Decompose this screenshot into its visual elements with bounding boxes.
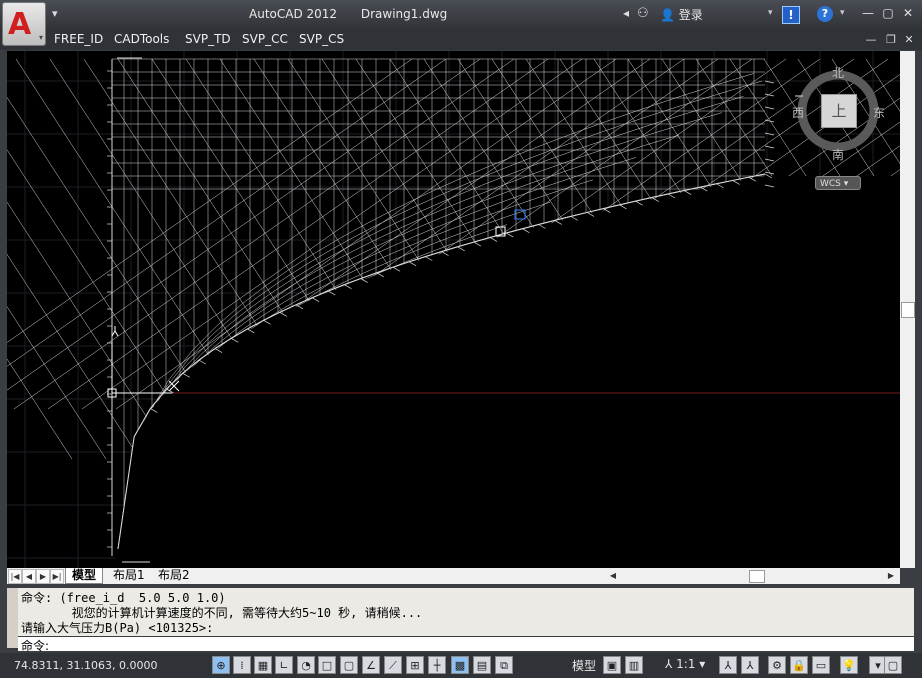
object-snap-icon[interactable]: □ [318,656,336,674]
exchange-icon[interactable]: ! [782,6,800,24]
command-history-line: 请输入大气压力B(Pa) <101325>: [21,621,214,635]
infer-constraints-icon[interactable]: ⊕ [212,656,230,674]
command-input[interactable]: 命令: [18,637,914,653]
selection-cycling-icon[interactable]: ⧉ [495,656,513,674]
login-dropdown-icon[interactable]: ▾ [768,8,773,18]
grid-display-icon[interactable]: ▦ [254,656,272,674]
ucs-y-label [111,326,119,337]
object-snap-tracking-icon[interactable]: ∠ [362,656,380,674]
maximize-icon[interactable]: ▢ [880,6,896,20]
binoculars-icon[interactable]: ⚇ [637,6,649,21]
horizontal-scroll-thumb[interactable] [749,570,765,583]
quick-view-layouts-icon[interactable]: ▣ [603,656,621,674]
snap-mode-icon[interactable]: ⁞ [233,656,251,674]
doc-minimize-icon[interactable]: — [864,33,878,47]
menu-bar: FREE_ID CADTools SVP_TD SVP_CC SVP_CS — … [0,30,922,50]
scroll-left-icon[interactable]: ◀ [607,569,619,583]
clean-screen-icon[interactable]: ▢ [884,656,902,674]
command-line-grip[interactable] [7,588,18,648]
doc-close-icon[interactable]: ✕ [902,33,916,47]
title-bar: ▾ AutoCAD 2012 Drawing1.dwg ◂ ⚇ 👤 登录 ▾ !… [0,0,922,30]
close-icon[interactable]: ✕ [900,6,916,20]
tab-last-icon[interactable]: ▶| [50,569,64,584]
chevron-down-icon: ▾ [38,33,43,42]
tab-layout2[interactable]: 布局2 [152,568,196,583]
layout-tab-bar: |◀ ◀ ▶ ▶| 模型 布局1 布局2 ◀ ▶ [7,568,900,584]
menu-svp-cs[interactable]: SVP_CS [299,32,344,46]
quick-properties-icon[interactable]: ▤ [473,656,491,674]
tab-first-icon[interactable]: |◀ [8,569,22,584]
isolate-objects-icon[interactable]: 💡 [840,656,858,674]
document-title: Drawing1.dwg [360,7,448,21]
selection-grip [514,209,526,220]
quick-access-dropdown-icon[interactable]: ▾ [52,7,58,20]
login-button[interactable]: 👤 登录 [660,6,703,23]
model-space-label[interactable]: 模型 [572,657,596,674]
annotation-scale[interactable]: ⅄ 1:1 ▾ [665,657,705,671]
scroll-right-icon[interactable]: ▶ [885,569,897,583]
vertical-scrollbar[interactable] [900,51,915,568]
psychrometric-chart-drawing [7,51,900,568]
annotation-visibility-icon[interactable]: ⅄ [719,656,737,674]
application-menu-button[interactable]: A ▾ [2,2,46,46]
dynamic-ucs-icon[interactable]: ⟋ [384,656,402,674]
minimize-icon[interactable]: — [860,6,876,20]
compass-north[interactable]: 北 [832,64,844,81]
command-prompt: 命令: [21,639,50,653]
3d-object-snap-icon[interactable]: ▢ [340,656,358,674]
quick-view-drawings-icon[interactable]: ▥ [625,656,643,674]
tab-layout1[interactable]: 布局1 [107,568,151,583]
right-edge-tick [764,119,775,123]
help-icon[interactable]: ? [817,6,833,22]
autocad-logo-icon: A [8,7,32,42]
right-edge-tick [764,106,775,110]
tab-next-icon[interactable]: ▶ [36,569,50,584]
polar-tracking-icon[interactable]: ◔ [297,656,315,674]
tab-model[interactable]: 模型 [65,568,104,584]
help-dropdown-icon[interactable]: ▾ [840,8,845,18]
menu-svp-td[interactable]: SVP_TD [185,32,231,46]
search-expand-icon[interactable]: ◂ [623,6,629,20]
annotation-scale-icon: ⅄ [665,657,673,671]
cursor-coordinates[interactable]: 74.8311, 31.1063, 0.0000 [14,659,157,672]
chart-mask [112,176,900,568]
compass-east[interactable]: 东 [873,104,885,121]
menu-cadtools[interactable]: CADTools [114,32,169,46]
status-bar: 74.8311, 31.1063, 0.0000 ⊕ ⁞ ▦ ∟ ◔ □ ▢ ∠… [0,653,922,678]
window-title: AutoCAD 2012 Drawing1.dwg [249,7,467,21]
viewcube-top-face[interactable]: 上 [821,94,857,128]
right-edge-tick [764,158,775,162]
app-title: AutoCAD 2012 [249,7,338,21]
workspace-switching-icon[interactable]: ⚙ [768,656,786,674]
hardware-acceleration-icon[interactable]: ▭ [812,656,830,674]
toolbar-lock-icon[interactable]: 🔒 [790,656,808,674]
auto-scale-icon[interactable]: ⅄ [741,656,759,674]
compass-south[interactable]: 南 [832,146,844,163]
dynamic-input-icon[interactable]: ⊞ [406,656,424,674]
compass-west[interactable]: 西 [792,104,804,121]
vertical-scroll-thumb[interactable] [901,302,915,318]
transparency-icon[interactable]: ▩ [451,656,469,674]
lineweight-icon[interactable]: ┼ [428,656,446,674]
menu-free-id[interactable]: FREE_ID [54,32,103,46]
user-icon: 👤 [660,8,675,22]
login-label: 登录 [678,8,703,22]
horizontal-scrollbar[interactable]: ◀ ▶ [607,569,897,583]
drawing-viewport[interactable] [7,51,900,568]
tab-prev-icon[interactable]: ◀ [22,569,36,584]
window-border [915,51,922,586]
doc-restore-icon[interactable]: ❐ [884,33,898,47]
right-edge-tick [764,145,775,149]
menu-svp-cc[interactable]: SVP_CC [242,32,288,46]
annotation-scale-value: 1:1 ▾ [676,657,706,671]
wcs-dropdown[interactable]: WCS ▾ [815,176,861,190]
ortho-mode-icon[interactable]: ∟ [275,656,293,674]
command-history: 命令: (free_i_d 5.0 5.0 1.0) 视您的计算机计算速度的不同… [18,588,914,636]
